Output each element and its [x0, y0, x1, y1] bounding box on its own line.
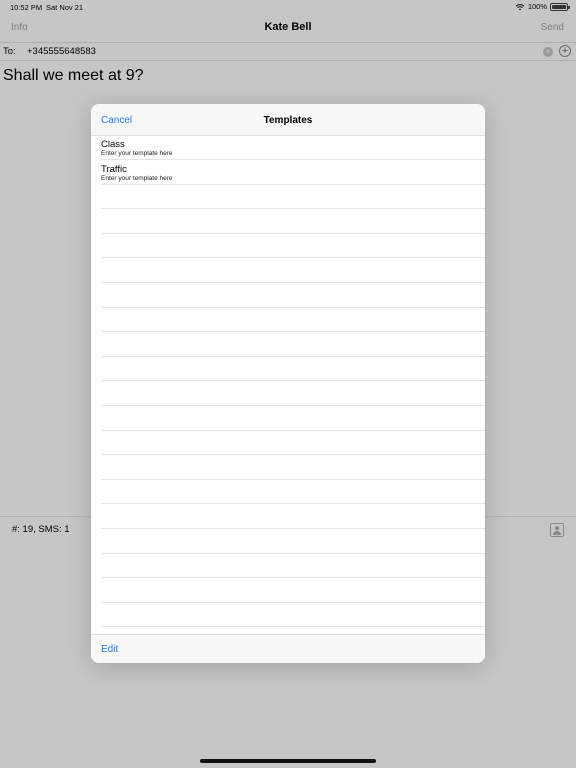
battery-percent: 100%	[527, 2, 547, 11]
recipient-row: To: +345555648583 × +	[0, 42, 576, 61]
empty-row	[101, 505, 485, 529]
status-time: 10:52 PM	[10, 3, 43, 12]
empty-row	[101, 456, 485, 480]
modal-title: Templates	[263, 115, 313, 126]
contacts-icon[interactable]	[550, 523, 564, 537]
edit-button[interactable]: Edit	[101, 644, 118, 655]
navigation-bar: Info Kate Bell Send	[0, 14, 576, 42]
modal-header: Cancel Templates	[91, 104, 485, 136]
empty-row	[101, 480, 485, 505]
empty-row	[101, 357, 485, 382]
page-title: Kate Bell	[264, 21, 312, 33]
modal-footer: Edit	[91, 634, 485, 663]
empty-row	[101, 284, 485, 308]
home-indicator	[200, 759, 376, 763]
empty-row	[101, 603, 485, 628]
template-title: Class	[101, 139, 125, 150]
add-contact-icon[interactable]: +	[559, 45, 571, 57]
empty-row	[101, 554, 485, 579]
template-row[interactable]: Class Enter your template here	[101, 136, 485, 160]
battery-icon	[550, 2, 570, 11]
template-title: Traffic	[101, 163, 127, 175]
message-body[interactable]: Shall we meet at 9?	[3, 67, 144, 85]
empty-row	[101, 210, 485, 234]
empty-row	[101, 185, 485, 210]
template-subtitle: Enter your template here	[101, 150, 173, 157]
template-row[interactable]: Traffic Enter your template here	[101, 161, 485, 185]
status-date: Sat Nov 21	[46, 3, 84, 12]
empty-row	[101, 407, 485, 431]
empty-row	[101, 530, 485, 554]
clear-icon[interactable]: ×	[543, 47, 553, 57]
character-counter: #: 19, SMS: 1	[12, 524, 70, 535]
empty-row	[101, 308, 485, 333]
send-button[interactable]: Send	[541, 22, 564, 33]
recipient-field[interactable]: +345555648583	[27, 46, 96, 57]
template-subtitle: Enter your template here	[101, 174, 173, 182]
empty-row	[101, 234, 485, 259]
wifi-icon	[515, 3, 525, 10]
empty-row	[101, 431, 485, 456]
status-bar: 10:52 PM Sat Nov 21 100%	[0, 0, 576, 14]
empty-row	[101, 333, 485, 357]
status-right: 100%	[515, 2, 570, 11]
empty-row	[101, 259, 485, 283]
to-label: To:	[3, 46, 16, 57]
templates-modal: Cancel Templates Class Enter your templa…	[91, 104, 485, 663]
empty-row	[101, 579, 485, 603]
template-list: Class Enter your template here Traffic E…	[91, 136, 485, 634]
empty-row	[101, 382, 485, 406]
